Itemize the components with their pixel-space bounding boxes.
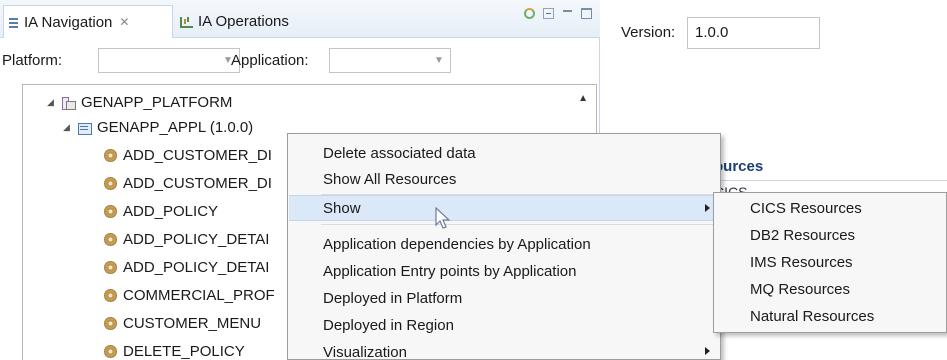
scroll-up-arrow-icon[interactable]: ▲ (578, 93, 588, 104)
application-icon (77, 121, 92, 135)
minimize-icon[interactable] (562, 8, 573, 19)
menu-item-show[interactable]: Show (289, 195, 719, 221)
submenu-item-label: IMS Resources (750, 254, 853, 271)
tab-label: IA Navigation (24, 13, 113, 31)
version-label: Version: (621, 24, 676, 41)
transaction-gear-icon (104, 149, 117, 162)
menu-item-delete-associated-data[interactable]: Delete associated data (289, 140, 719, 166)
tree-node-label: GENAPP_APPL (1.0.0) (97, 119, 254, 136)
application-label: Application: (231, 52, 309, 69)
transaction-gear-icon (104, 261, 117, 274)
menu-item-label: Visualization (323, 343, 407, 360)
maximize-icon[interactable] (581, 8, 592, 19)
tree-node-label: ADD_POLICY_DETAI (123, 259, 270, 276)
tree-node-label: ADD_CUSTOMER_DI (123, 147, 272, 164)
tree-node-label: ADD_POLICY_DETAI (123, 231, 270, 248)
section-divider (701, 180, 947, 181)
submenu-item-label: Natural Resources (750, 308, 875, 325)
menu-item-deployed-in-region[interactable]: Deployed in Region (289, 312, 719, 338)
show-submenu: CICS Resources DB2 Resources IMS Resourc… (713, 192, 947, 333)
version-field[interactable]: 1.0.0 (687, 17, 820, 49)
tree-node-label: COMMERCIAL_PROF (123, 287, 275, 304)
tree-node-label: GENAPP_PLATFORM (81, 94, 233, 111)
expanded-twisty-icon[interactable]: ◢ (63, 122, 77, 133)
operations-view-icon (179, 14, 193, 28)
tree-node-label: DELETE_POLICY (123, 343, 245, 360)
tree-node-label: CUSTOMER_MENU (123, 315, 262, 332)
section-title: ources (714, 158, 764, 175)
tree-node-platform[interactable]: ◢ GENAPP_PLATFORM (47, 90, 232, 115)
menu-item-show-all-resources[interactable]: Show All Resources (289, 166, 719, 192)
platform-icon (61, 96, 76, 110)
menu-item-application-entry-points[interactable]: Application Entry points by Application (289, 258, 719, 284)
submenu-item-natural-resources[interactable]: Natural Resources (715, 303, 945, 330)
expanded-twisty-icon[interactable]: ◢ (47, 97, 61, 108)
tab-ia-navigation[interactable]: IA Navigation ✕ (3, 5, 173, 38)
transaction-gear-icon (104, 177, 117, 190)
submenu-item-db2-resources[interactable]: DB2 Resources (715, 222, 945, 249)
menu-separator (321, 224, 717, 225)
chevron-down-icon[interactable]: ▼ (428, 49, 450, 72)
tree-node-transaction[interactable]: ADD_CUSTOMER_DI (104, 143, 272, 168)
submenu-item-label: DB2 Resources (750, 227, 856, 244)
tree-node-transaction[interactable]: ADD_POLICY_DETAI (104, 255, 269, 280)
transaction-gear-icon (104, 205, 117, 218)
tree-node-transaction[interactable]: ADD_CUSTOMER_DI (104, 171, 272, 196)
transaction-gear-icon (104, 233, 117, 246)
menu-item-label: Deployed in Platform (323, 289, 463, 307)
menu-item-label: Show (323, 199, 361, 217)
submenu-item-label: MQ Resources (750, 281, 851, 298)
navigation-view-icon (8, 15, 19, 29)
context-menu: Delete associated data Show All Resource… (287, 133, 721, 360)
close-icon[interactable]: ✕ (119, 15, 129, 29)
menu-item-label: Deployed in Region (323, 316, 454, 334)
mouse-pointer-icon (435, 207, 451, 229)
collapse-all-icon[interactable] (543, 8, 554, 19)
tab-ia-operations[interactable]: IA Operations (175, 6, 293, 36)
submenu-item-ims-resources[interactable]: IMS Resources (715, 249, 945, 276)
submenu-item-label: CICS Resources (750, 200, 862, 217)
tree-node-transaction[interactable]: COMMERCIAL_PROF (104, 283, 275, 308)
filter-row: Platform: ▼ Application: ▼ (0, 46, 600, 76)
submenu-item-mq-resources[interactable]: MQ Resources (715, 276, 945, 303)
tree-node-transaction[interactable]: DELETE_POLICY (104, 339, 245, 360)
application-combo[interactable]: ▼ (329, 48, 451, 73)
tree-node-label: ADD_CUSTOMER_DI (123, 175, 272, 192)
submenu-arrow-icon (705, 347, 710, 355)
tree-node-transaction[interactable]: ADD_POLICY (104, 199, 218, 224)
transaction-gear-icon (104, 289, 117, 302)
menu-item-deployed-in-platform[interactable]: Deployed in Platform (289, 285, 719, 311)
view-tab-bar: IA Navigation ✕ IA Operations (0, 0, 600, 38)
menu-item-label: Show All Resources (323, 170, 457, 188)
tree-node-application[interactable]: ◢ GENAPP_APPL (1.0.0) (63, 115, 253, 140)
tree-node-transaction[interactable]: ADD_POLICY_DETAI (104, 227, 269, 252)
sync-icon[interactable] (524, 8, 535, 19)
submenu-item-cics-resources[interactable]: CICS Resources (715, 195, 945, 222)
view-toolbar (524, 8, 592, 19)
menu-item-visualization[interactable]: Visualization (289, 339, 719, 360)
platform-combo[interactable]: ▼ (98, 48, 240, 73)
menu-item-application-dependencies[interactable]: Application dependencies by Application (289, 231, 719, 257)
menu-item-label: Application dependencies by Application (323, 235, 591, 253)
tree-node-label: ADD_POLICY (123, 203, 219, 220)
tab-label: IA Operations (198, 12, 289, 30)
menu-item-label: Application Entry points by Application (323, 262, 577, 280)
menu-item-label: Delete associated data (323, 144, 476, 162)
submenu-arrow-icon (705, 204, 710, 212)
transaction-gear-icon (104, 317, 117, 330)
platform-label: Platform: (2, 52, 63, 69)
tree-node-transaction[interactable]: CUSTOMER_MENU (104, 311, 261, 336)
transaction-gear-icon (104, 345, 117, 358)
